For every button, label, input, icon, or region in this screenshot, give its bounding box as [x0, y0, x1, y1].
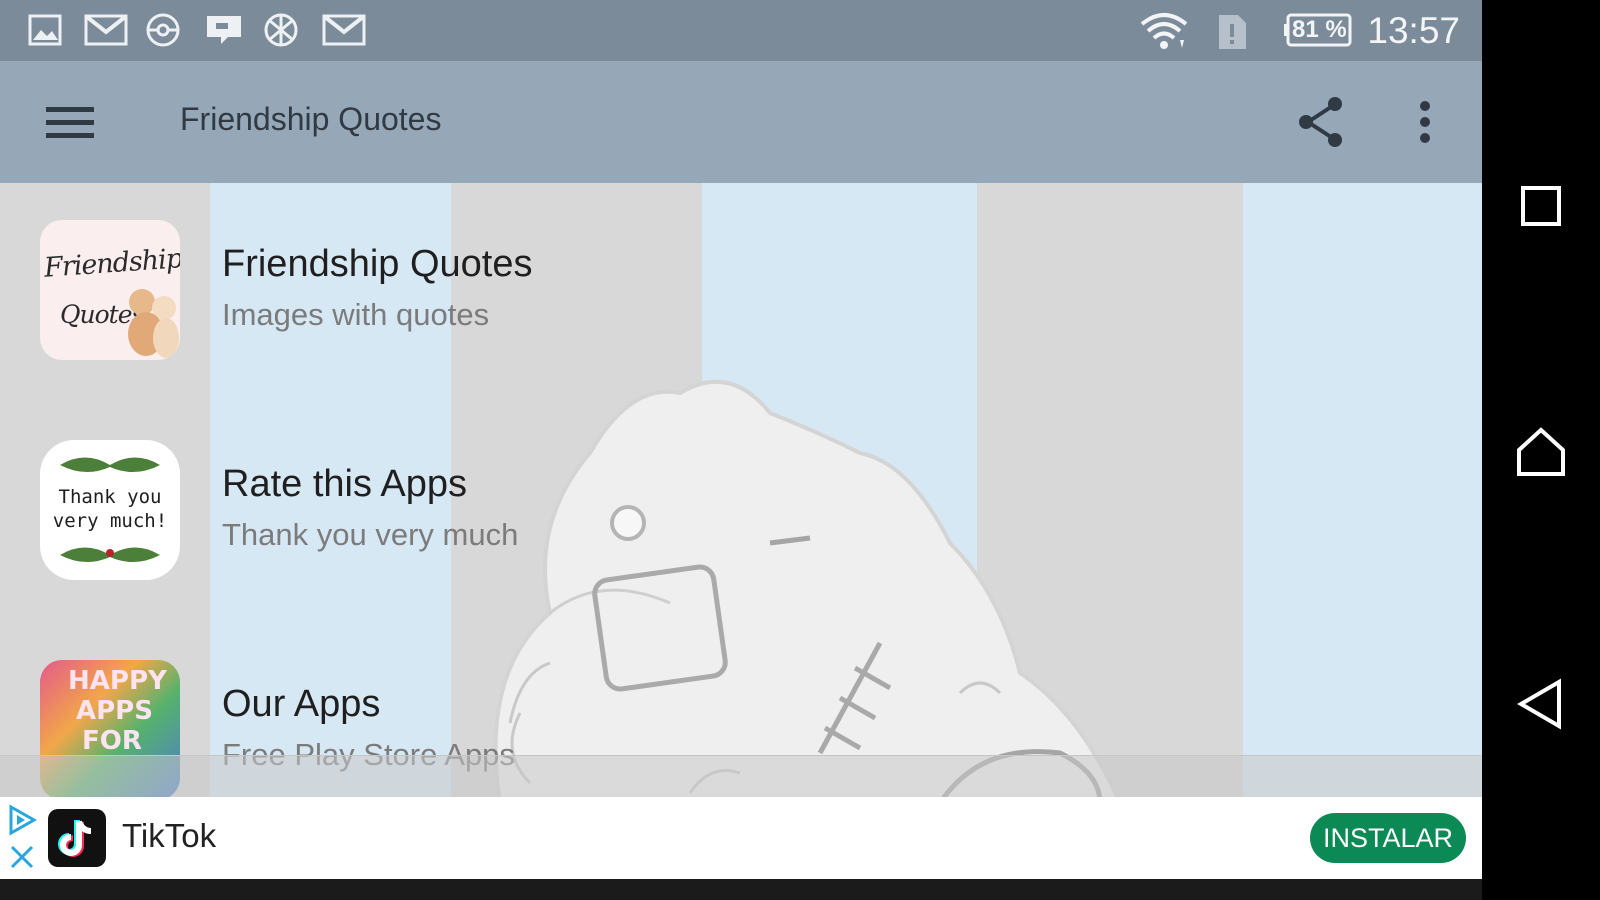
wifi-icon [1140, 13, 1188, 49]
list-item-friendship-quotes[interactable]: Friendship Quotes Friendship Quotes Imag… [0, 183, 1482, 403]
share-icon[interactable] [1290, 91, 1352, 153]
tiktok-logo-icon[interactable] [48, 809, 106, 867]
gmail-icon [322, 14, 366, 46]
more-vert-icon[interactable] [1400, 91, 1450, 153]
thank-you-thumbnail: Thank you very much! [40, 440, 180, 580]
toolbar-title: Friendship Quotes [180, 101, 442, 137]
pokeball-icon [146, 13, 180, 47]
ad-banner[interactable]: TikTok INSTALAR [0, 797, 1482, 879]
friendship-quotes-thumbnail: Friendship Quotes [40, 220, 180, 360]
close-icon[interactable] [8, 843, 36, 871]
no-sim-icon [1219, 15, 1246, 49]
app-screen: 81 % 13:57 Friendship Quotes Friendship … [0, 0, 1482, 900]
hamburger-menu-icon[interactable] [38, 91, 102, 153]
app-toolbar: Friendship Quotes [0, 61, 1482, 183]
message-icon [207, 16, 241, 44]
status-bar: 81 % 13:57 [0, 0, 1482, 61]
ad-title[interactable]: TikTok [122, 817, 216, 855]
navigation-bar [1482, 0, 1600, 900]
holly-leaves-icon [60, 457, 160, 473]
basketball-icon [264, 13, 298, 47]
list-item-title: Friendship Quotes [222, 243, 533, 285]
home-icon[interactable] [1511, 422, 1571, 482]
battery-level: 81 % [1292, 16, 1347, 43]
battery-icon: 81 % [1284, 12, 1356, 48]
list-item-rate-this-apps[interactable]: Thank you very much! Rate this Apps Than… [0, 403, 1482, 623]
status-time: 13:57 [1367, 10, 1460, 51]
list-item-subtitle: Images with quotes [222, 297, 490, 332]
list-item-title: Our Apps [222, 683, 381, 725]
gmail-icon [84, 14, 128, 46]
back-triangle-icon[interactable] [1511, 674, 1571, 734]
list-bottom-shade [0, 755, 1482, 797]
image-icon [28, 14, 62, 46]
holly-leaves-icon [60, 547, 160, 563]
adchoices-icon[interactable] [6, 803, 38, 837]
drawer-list: Friendship Quotes Friendship Quotes Imag… [0, 183, 1482, 797]
install-button[interactable]: INSTALAR [1310, 813, 1466, 863]
teddy-bear-icon [128, 289, 179, 358]
bottom-edge [0, 879, 1482, 900]
list-item-title: Rate this Apps [222, 463, 468, 505]
recents-square-icon[interactable] [1511, 176, 1571, 236]
list-item-subtitle: Thank you very much [222, 517, 519, 552]
